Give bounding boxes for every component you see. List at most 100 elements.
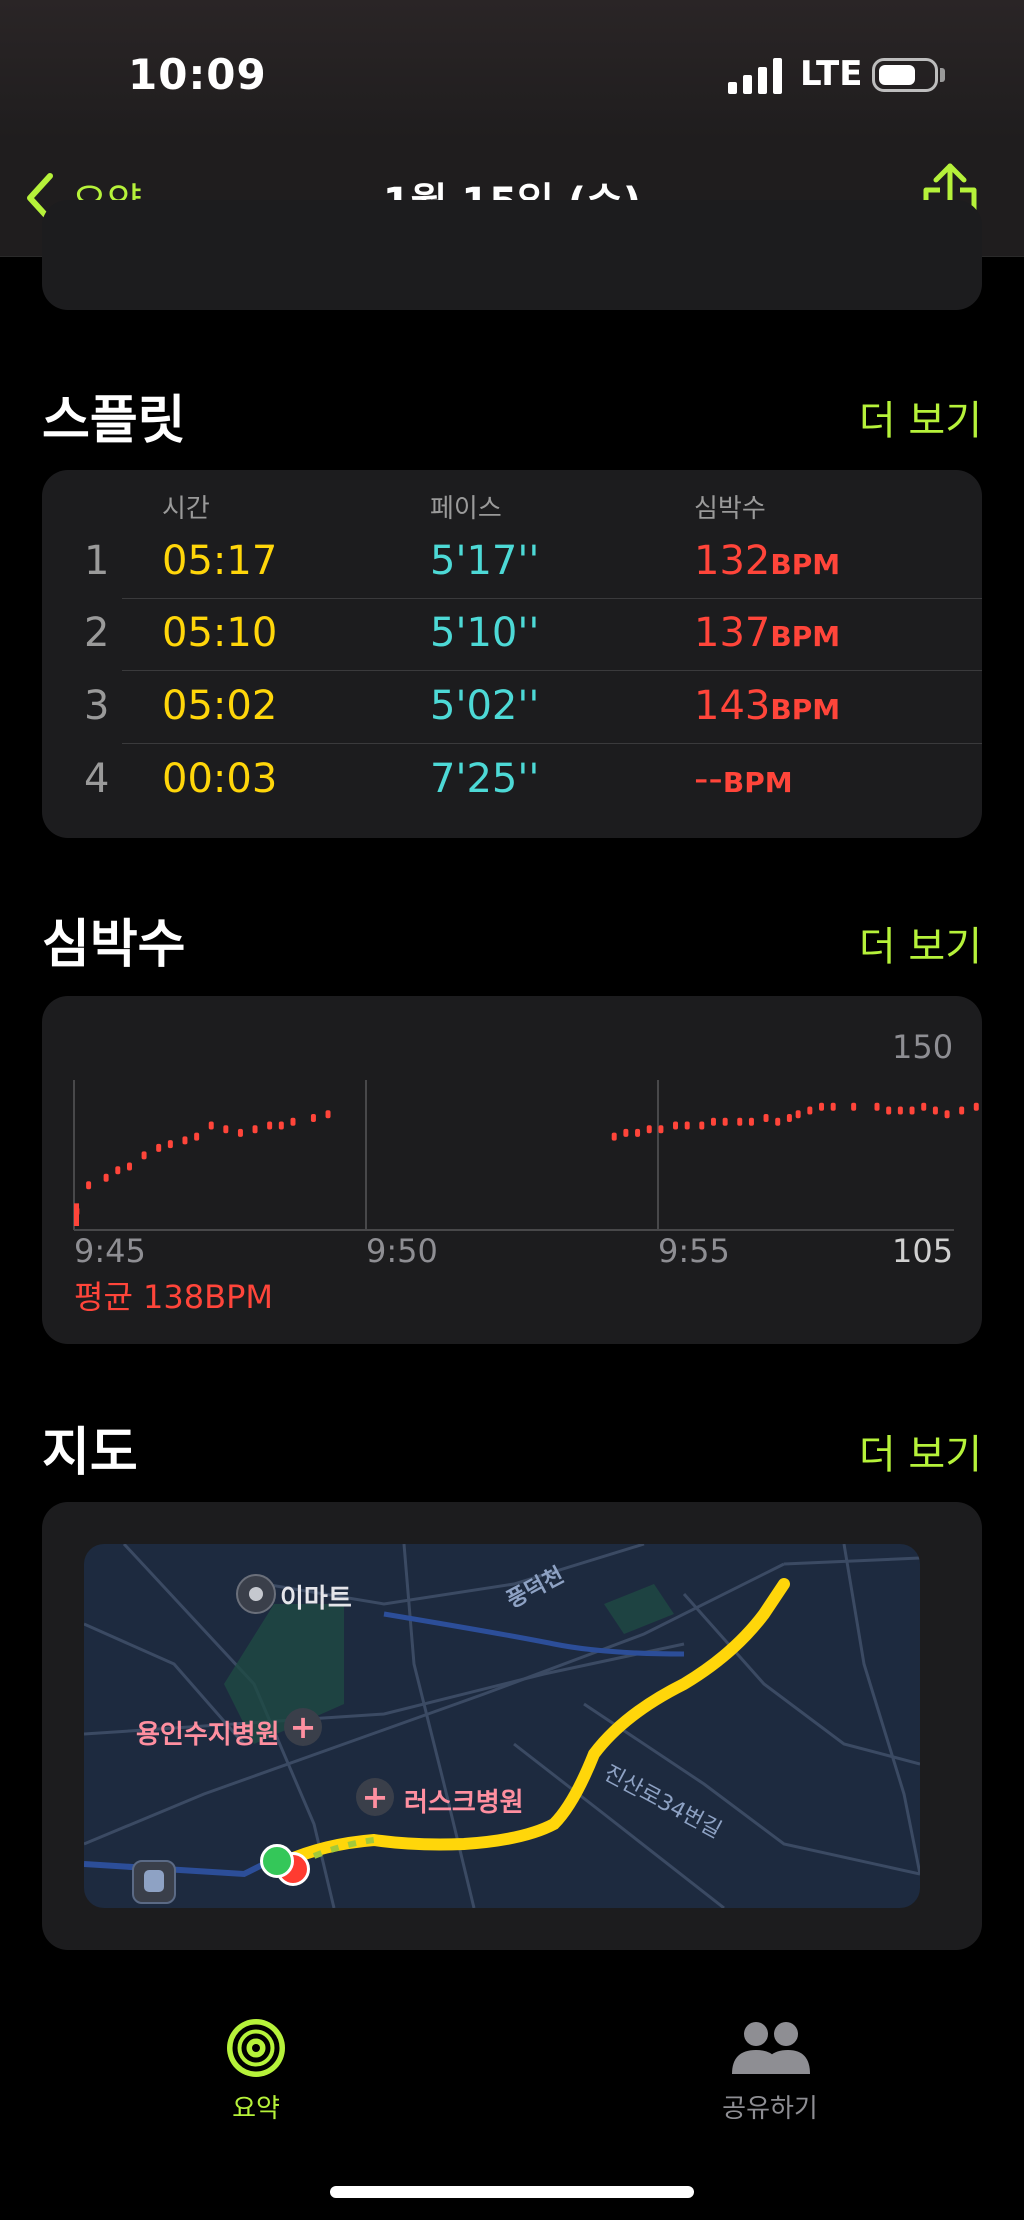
heart-rate-point bbox=[156, 1143, 162, 1152]
activity-rings-icon bbox=[227, 2019, 285, 2077]
split-row: 2 05:10 5'10'' 137BPM bbox=[42, 610, 902, 682]
row-divider bbox=[122, 670, 982, 671]
map-pin-emart[interactable] bbox=[236, 1574, 276, 1614]
x-tick-label: 9:55 bbox=[658, 1232, 730, 1270]
heart-rate-point bbox=[252, 1125, 258, 1134]
heart-rate-point bbox=[623, 1128, 629, 1137]
heart-rate-point bbox=[325, 1110, 331, 1119]
tab-bar: 요약 공유하기 bbox=[0, 1960, 1024, 2220]
heart-rate-point bbox=[795, 1110, 801, 1119]
split-index: 1 bbox=[84, 538, 110, 584]
splits-card: 시간 페이스 심박수 1 05:17 5'17'' 132BPM 2 05:10… bbox=[42, 470, 982, 838]
heart-rate-point bbox=[874, 1102, 880, 1111]
heart-rate-point bbox=[722, 1117, 728, 1126]
heart-rate-point bbox=[763, 1114, 769, 1122]
heart-rate-point bbox=[830, 1102, 836, 1111]
heart-rate-point bbox=[886, 1106, 892, 1115]
heart-rate-point bbox=[86, 1181, 92, 1190]
heart-rate-point bbox=[208, 1121, 214, 1130]
cellular-signal-icon bbox=[728, 58, 782, 94]
split-index: 3 bbox=[84, 683, 110, 729]
split-row: 3 05:02 5'02'' 143BPM bbox=[42, 683, 902, 755]
map-label-hospital2: 러스크병원 bbox=[404, 1788, 524, 1818]
heart-rate-point bbox=[748, 1117, 754, 1126]
heart-rate-point bbox=[973, 1102, 979, 1111]
battery-icon bbox=[872, 58, 938, 92]
heart-rate-point bbox=[851, 1102, 857, 1111]
heart-rate-point bbox=[103, 1173, 109, 1182]
heart-rate-title: 심박수 bbox=[42, 915, 186, 975]
splits-more-button[interactable]: 더 보기 bbox=[859, 388, 982, 446]
y-max-label: 150 bbox=[892, 1028, 954, 1066]
heart-rate-point bbox=[944, 1110, 950, 1119]
splits-header-heart: 심박수 bbox=[694, 494, 766, 524]
heart-rate-point bbox=[710, 1117, 716, 1126]
hospital-icon[interactable]: + bbox=[284, 1708, 322, 1746]
heart-rate-point bbox=[786, 1114, 792, 1122]
split-heart: 132BPM bbox=[694, 538, 841, 584]
heart-rate-point bbox=[237, 1128, 243, 1137]
heart-rate-point bbox=[737, 1117, 743, 1126]
heart-rate-point bbox=[167, 1140, 173, 1149]
heart-rate-point bbox=[194, 1132, 200, 1141]
map-title: 지도 bbox=[42, 1423, 138, 1483]
heart-rate-point bbox=[959, 1106, 965, 1115]
split-pace: 5'10'' bbox=[430, 610, 540, 656]
split-row: 4 00:03 7'25'' --BPM bbox=[42, 756, 902, 828]
heart-rate-point bbox=[182, 1136, 188, 1145]
heart-rate-point bbox=[775, 1117, 781, 1126]
splits-header-time: 시간 bbox=[162, 494, 210, 524]
heart-rate-point bbox=[126, 1162, 132, 1171]
split-time: 05:02 bbox=[162, 683, 278, 729]
heart-rate-more-button[interactable]: 더 보기 bbox=[859, 914, 982, 972]
split-index: 2 bbox=[84, 610, 110, 656]
row-divider bbox=[122, 598, 982, 599]
split-pace: 5'17'' bbox=[430, 538, 540, 584]
home-indicator[interactable] bbox=[330, 2186, 694, 2198]
tab-sharing-label: 공유하기 bbox=[722, 2094, 818, 2124]
heart-rate-point bbox=[310, 1114, 316, 1122]
heart-rate-point bbox=[646, 1125, 652, 1134]
status-bar: 10:09 LTE bbox=[0, 0, 1024, 140]
hospital-icon[interactable]: + bbox=[356, 1778, 394, 1816]
heart-rate-point bbox=[909, 1106, 915, 1115]
map-label-emart: 이마트 bbox=[280, 1584, 352, 1614]
heart-rate-point bbox=[290, 1117, 296, 1126]
splits-header-pace: 페이스 bbox=[430, 494, 502, 524]
heart-rate-point bbox=[807, 1106, 813, 1115]
heart-rate-point bbox=[684, 1121, 690, 1130]
heart-rate-point bbox=[611, 1132, 617, 1141]
tab-summary-label: 요약 bbox=[232, 2094, 280, 2124]
split-heart: --BPM bbox=[694, 756, 793, 802]
split-time: 00:03 bbox=[162, 756, 278, 802]
previous-card bbox=[42, 200, 982, 310]
split-time: 05:10 bbox=[162, 610, 278, 656]
tab-sharing[interactable]: 공유하기 bbox=[700, 2016, 840, 2125]
heart-rate-average: 평균 138BPM bbox=[74, 1278, 273, 1316]
heart-rate-point bbox=[897, 1106, 903, 1115]
status-time: 10:09 bbox=[128, 50, 267, 99]
split-heart: 143BPM bbox=[694, 683, 841, 729]
map-label-hospital1: 용인수지병원 bbox=[136, 1720, 280, 1750]
tab-summary[interactable]: 요약 bbox=[196, 2016, 316, 2125]
heart-rate-point bbox=[658, 1125, 664, 1134]
subway-icon[interactable] bbox=[132, 1860, 176, 1904]
y-min-label: 105 bbox=[892, 1232, 954, 1270]
heart-rate-point bbox=[635, 1128, 641, 1137]
route-map[interactable]: 이마트 용인수지병원 + + 러스크병원 풍덕천 진산로34번길 bbox=[84, 1544, 920, 1908]
heart-rate-point bbox=[699, 1121, 705, 1130]
splits-title: 스플릿 bbox=[42, 391, 186, 451]
split-index: 4 bbox=[84, 756, 110, 802]
heart-rate-point bbox=[141, 1151, 147, 1160]
x-tick-label: 9:45 bbox=[74, 1232, 146, 1270]
map-more-button[interactable]: 더 보기 bbox=[859, 1422, 982, 1480]
heart-rate-point bbox=[74, 1203, 79, 1226]
x-tick-label: 9:50 bbox=[366, 1232, 438, 1270]
heart-rate-point bbox=[819, 1102, 825, 1111]
heart-rate-point bbox=[932, 1106, 938, 1115]
split-time: 05:17 bbox=[162, 538, 278, 584]
heart-rate-point bbox=[115, 1166, 121, 1175]
heart-rate-point bbox=[921, 1102, 927, 1111]
split-pace: 7'25'' bbox=[430, 756, 540, 802]
split-row: 1 05:17 5'17'' 132BPM bbox=[42, 538, 902, 610]
